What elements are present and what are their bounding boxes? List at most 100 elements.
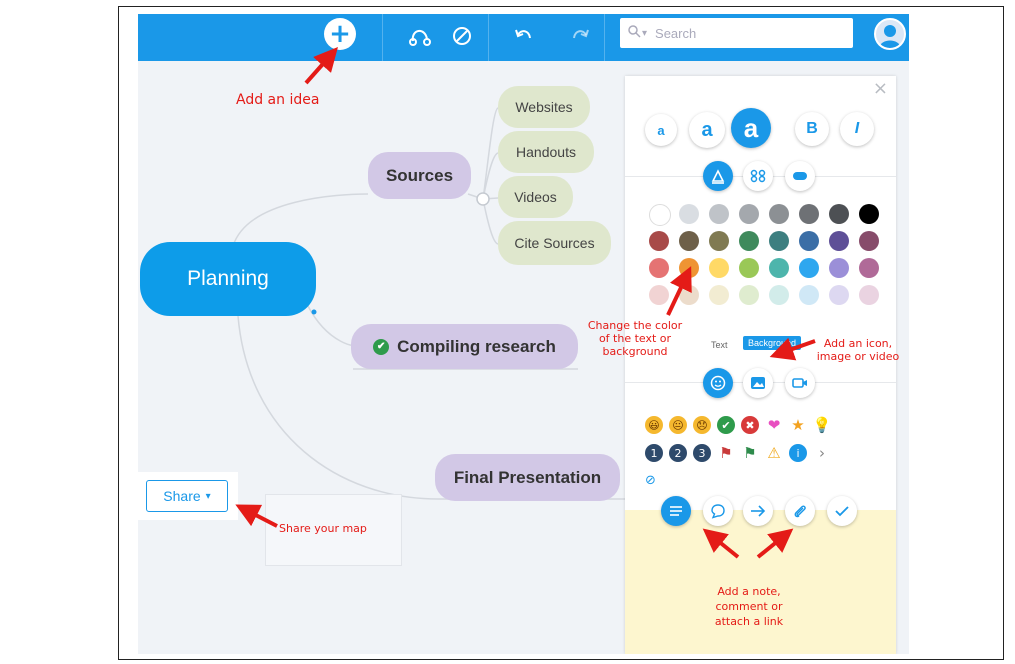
color-swatch[interactable] <box>859 231 879 251</box>
marker-option[interactable]: i <box>789 444 807 462</box>
icon-option[interactable]: 😞 <box>693 416 711 434</box>
font-size-label: a <box>701 118 713 141</box>
annotation-line: of the text or <box>598 332 672 345</box>
color-swatch[interactable] <box>799 285 819 305</box>
color-swatch[interactable] <box>679 258 699 278</box>
no-icon-button[interactable]: ⊘ <box>645 473 656 488</box>
color-swatch[interactable] <box>769 231 789 251</box>
icon-option[interactable]: 😃 <box>645 416 663 434</box>
color-swatch[interactable] <box>859 258 879 278</box>
color-swatch[interactable] <box>739 258 759 278</box>
font-size-medium-button[interactable]: a <box>689 112 725 148</box>
share-label: Share <box>163 488 201 504</box>
bold-button[interactable]: B <box>795 112 829 146</box>
smiley-icon <box>710 375 726 391</box>
mindmap-app: + ▾ Search Planning Sources ✔ Compiling … <box>138 14 909 654</box>
color-swatch[interactable] <box>739 204 759 224</box>
subnode-label: Websites <box>515 99 573 115</box>
color-swatch[interactable] <box>769 204 789 224</box>
color-swatch[interactable] <box>769 258 789 278</box>
font-size-small-button[interactable]: a <box>645 114 677 146</box>
background-color-tab[interactable]: Background <box>743 336 802 350</box>
subnode-label: Handouts <box>516 144 576 160</box>
icon-option[interactable]: 😐 <box>669 416 687 434</box>
comment-icon <box>711 504 725 519</box>
comment-button[interactable] <box>703 496 733 526</box>
icon-option[interactable]: ✔ <box>717 416 735 434</box>
marker-option[interactable]: 3 <box>693 444 711 462</box>
link-button[interactable] <box>743 496 773 526</box>
color-swatch[interactable] <box>859 204 879 224</box>
color-swatch[interactable] <box>649 258 669 278</box>
color-swatch[interactable] <box>649 204 671 226</box>
font-size-large-button[interactable]: a <box>731 108 771 148</box>
text-color-tab[interactable]: Text <box>711 340 728 350</box>
color-swatch[interactable] <box>799 231 819 251</box>
color-swatch[interactable] <box>769 285 789 305</box>
color-swatch[interactable] <box>649 231 669 251</box>
task-button[interactable] <box>827 496 857 526</box>
color-swatch[interactable] <box>679 231 699 251</box>
subnode-handouts[interactable]: Handouts <box>498 131 594 173</box>
tab-text-style[interactable] <box>703 161 733 191</box>
subnode-label: Videos <box>514 189 557 205</box>
branch-node-compiling-research[interactable]: ✔ Compiling research <box>351 324 578 369</box>
italic-button[interactable]: I <box>840 112 874 146</box>
annotation-change-color: Change the color of the text or backgrou… <box>574 319 696 358</box>
close-icon[interactable]: × <box>873 78 888 99</box>
arrow-right-icon <box>751 505 766 517</box>
marker-option[interactable]: › <box>813 444 831 462</box>
color-swatch[interactable] <box>709 258 729 278</box>
marker-option[interactable]: ⚑ <box>741 444 759 462</box>
color-swatch[interactable] <box>709 285 729 305</box>
color-swatch[interactable] <box>859 285 879 305</box>
color-swatch[interactable] <box>649 285 669 305</box>
annotation-line: attach a link <box>714 615 784 628</box>
marker-option[interactable]: ⚠ <box>765 444 783 462</box>
subnode-websites[interactable]: Websites <box>498 86 590 128</box>
color-swatch[interactable] <box>799 258 819 278</box>
color-swatch[interactable] <box>829 231 849 251</box>
color-swatch[interactable] <box>739 231 759 251</box>
note-button[interactable] <box>661 496 691 526</box>
subnode-videos[interactable]: Videos <box>498 176 573 218</box>
color-swatch[interactable] <box>799 204 819 224</box>
marker-option[interactable]: 2 <box>669 444 687 462</box>
italic-label: I <box>854 120 860 137</box>
central-idea-node[interactable]: Planning <box>140 242 316 316</box>
color-swatch[interactable] <box>829 204 849 224</box>
icon-option[interactable]: ✖ <box>741 416 759 434</box>
marker-option[interactable]: 1 <box>645 444 663 462</box>
branch-label: Compiling research <box>397 336 556 356</box>
subnode-label: Cite Sources <box>514 235 595 251</box>
icon-option[interactable]: ❤ <box>765 416 783 434</box>
subnode-cite-sources[interactable]: Cite Sources <box>498 221 611 265</box>
tab-shape-style[interactable] <box>785 161 815 191</box>
central-idea-label: Planning <box>187 267 269 290</box>
tab-layout-style[interactable] <box>743 161 773 191</box>
color-swatch[interactable] <box>829 285 849 305</box>
color-swatch[interactable] <box>829 258 849 278</box>
caret-down-icon: ▾ <box>205 490 211 502</box>
add-image-button[interactable] <box>743 368 773 398</box>
note-area[interactable] <box>625 510 896 654</box>
branch-node-final-presentation[interactable]: Final Presentation <box>435 454 620 501</box>
annotation-add-media: Add an icon, image or video <box>808 337 908 363</box>
note-icon <box>670 506 682 516</box>
marker-option[interactable]: ⚑ <box>717 444 735 462</box>
add-video-button[interactable] <box>785 368 815 398</box>
attachment-button[interactable] <box>785 496 815 526</box>
branch-node-sources[interactable]: Sources <box>368 152 471 199</box>
color-swatch[interactable] <box>679 285 699 305</box>
color-swatch[interactable] <box>679 204 699 224</box>
color-swatch[interactable] <box>709 204 729 224</box>
share-button[interactable]: Share ▾ <box>146 480 228 512</box>
color-swatch[interactable] <box>709 231 729 251</box>
format-panel: × a a a B I Text Background 😃 😐 😞 ✔ ✖ ❤ … <box>625 76 896 654</box>
image-icon <box>751 377 765 389</box>
icon-option[interactable]: ★ <box>789 416 807 434</box>
annotation-add-note: Add a note, comment or attach a link <box>699 584 799 629</box>
add-icon-button[interactable] <box>703 368 733 398</box>
color-swatch[interactable] <box>739 285 759 305</box>
icon-option[interactable]: 💡 <box>813 416 832 434</box>
